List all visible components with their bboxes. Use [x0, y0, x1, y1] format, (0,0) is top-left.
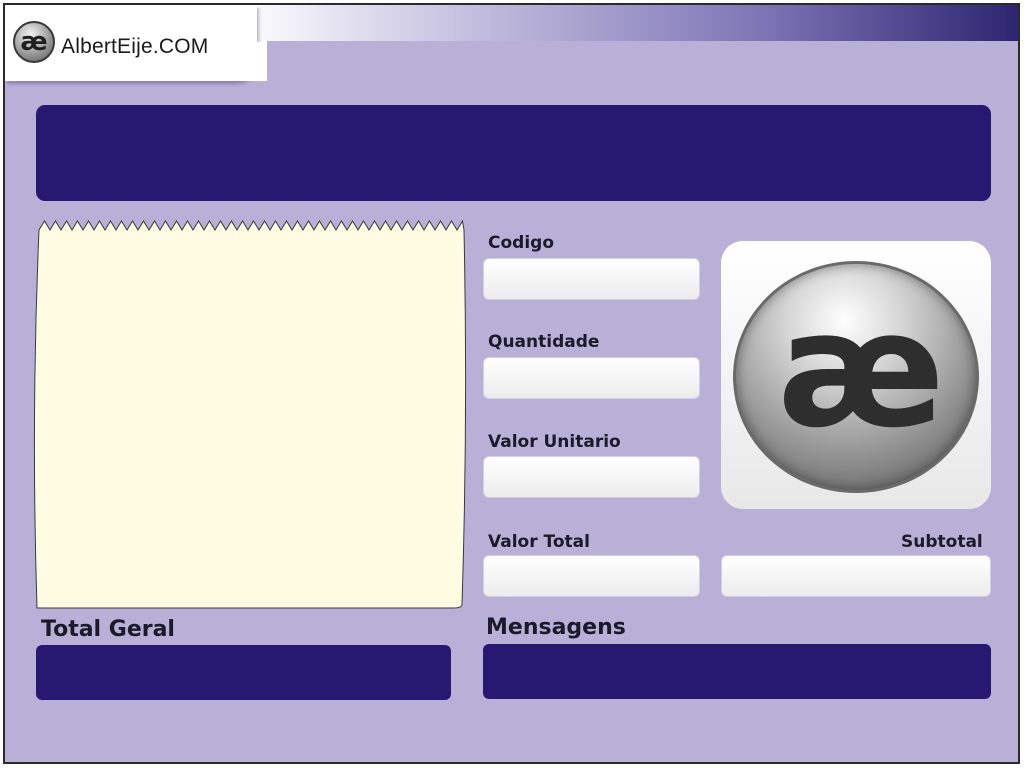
codigo-label: Codigo [488, 233, 554, 253]
subtotal-label: Subtotal [901, 532, 983, 552]
codigo-input[interactable] [483, 258, 700, 300]
large-logo-icon: æ [733, 261, 979, 493]
logo-panel: æ [721, 241, 991, 509]
mensagens-display [483, 644, 991, 699]
quantidade-input[interactable] [483, 357, 700, 399]
total-geral-display [36, 645, 451, 700]
receipt-paper [29, 217, 467, 610]
mensagens-label: Mensagens [486, 615, 626, 640]
large-logo-mark: æ [777, 276, 945, 463]
title-display-bar [36, 105, 991, 201]
quantidade-label: Quantidade [488, 332, 600, 352]
brand-name: AlbertEije.COM [61, 35, 209, 58]
valor-unitario-input[interactable] [483, 456, 700, 498]
valor-unitario-label: Valor Unitario [488, 432, 621, 452]
valor-total-label: Valor Total [488, 532, 590, 552]
logo-tab: æ AlbertEije.COM [5, 5, 267, 81]
main-window: æ AlbertEije.COM Codigo Quantidade Valor… [3, 3, 1020, 764]
receipt-paper-shape [33, 219, 467, 609]
valor-total-input[interactable] [483, 555, 700, 597]
subtotal-input[interactable] [721, 555, 991, 597]
brand-logo-icon: æ [13, 21, 55, 63]
total-geral-label: Total Geral [41, 617, 175, 642]
